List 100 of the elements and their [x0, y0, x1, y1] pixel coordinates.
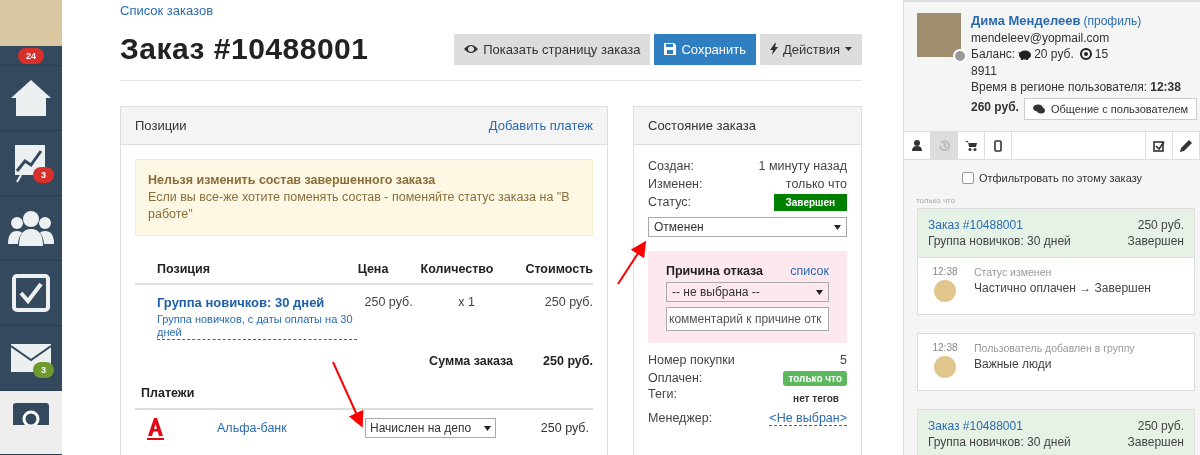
user-avatar: [934, 356, 956, 378]
target-icon: [1079, 48, 1092, 61]
feed-time: только что: [916, 196, 957, 205]
chat-button[interactable]: Общение с пользователем: [1023, 97, 1198, 120]
eye-icon: [464, 44, 479, 54]
panel-title: Состояние заказа: [648, 118, 756, 133]
field-label: Создан:: [648, 159, 694, 173]
actions-button[interactable]: Действия: [760, 33, 862, 65]
sidebar-item[interactable]: 3: [0, 326, 62, 391]
payment-amount: 250 руб.: [540, 421, 589, 435]
save-button[interactable]: Сохранить: [654, 33, 757, 65]
event-time: 12:38: [932, 342, 958, 353]
cart-icon: [965, 140, 977, 151]
status-badge: Завершен: [773, 193, 847, 211]
status-badge: только что: [783, 370, 847, 386]
event-title: Статус изменен: [974, 266, 1053, 278]
order-link[interactable]: Заказ #10488001: [928, 418, 1023, 434]
field-label: Менеджер:: [648, 411, 713, 425]
user-avatar: [0, 0, 62, 47]
balance-value: 20 руб.: [1034, 46, 1074, 63]
event-text: Важные люди: [974, 357, 1053, 371]
user-name-link[interactable]: Дима Менделеев: [971, 13, 1081, 30]
show-page-button[interactable]: Показать страницу заказа: [454, 33, 651, 65]
field-label: Номер покупки: [648, 353, 735, 367]
alert-title: Нельзя изменить состав завершенного заказа: [148, 172, 437, 189]
column-header: Количество: [419, 262, 495, 276]
checkbox-icon: [1153, 139, 1165, 152]
page-title: Заказ #10488001: [120, 32, 369, 66]
history-icon: [938, 140, 950, 151]
order-status: Завершен: [1127, 434, 1184, 450]
envelope-icon: [11, 344, 51, 372]
annotation-arrow: [332, 361, 364, 428]
region-time: 12:38: [1150, 79, 1181, 96]
breadcrumb-link[interactable]: Список заказов: [120, 3, 214, 18]
field-label: Изменен:: [648, 177, 703, 191]
payment-status-select[interactable]: Начислен на депо: [365, 418, 496, 438]
sidebar-item[interactable]: 3: [0, 131, 62, 196]
reason-select[interactable]: -- не выбрана --: [666, 282, 829, 302]
order-link[interactable]: Заказ #10488001: [928, 217, 1023, 233]
count-badge: 3: [33, 167, 54, 183]
filter-label: Отфильтровать по этому заказу: [978, 172, 1143, 184]
reason-title: Причина отказа: [666, 264, 764, 278]
section-title: Платежи: [135, 386, 593, 410]
field-value: нет тегов: [793, 393, 839, 404]
add-payment-link[interactable]: Добавить платеж: [488, 118, 593, 133]
reason-comment-field[interactable]: комментарий к причине отк: [666, 307, 829, 331]
lightning-icon: [770, 43, 779, 55]
tablet-icon: [994, 139, 1002, 152]
points-value: 15: [1094, 46, 1109, 63]
table-cell-text: 250 руб.: [543, 295, 593, 311]
home-icon: [9, 78, 53, 118]
column-header: Позиция: [156, 262, 211, 276]
sidebar-item[interactable]: [0, 391, 62, 455]
checkbox-icon: [12, 274, 50, 312]
field-label: Статус:: [648, 195, 691, 209]
manager-link[interactable]: <Не выбран>: [769, 410, 847, 426]
field-label: Оплачен:: [648, 371, 703, 385]
alert-text: Если вы все-же хотите поменять состав - поменяйте статус заказа на "В работе": [148, 190, 570, 221]
bank-logo-icon: [145, 416, 165, 440]
pencil-icon: [1180, 139, 1192, 152]
field-value: 1 минуту назад: [758, 159, 847, 173]
caret-icon: [834, 224, 841, 230]
piggy-bank-icon: [1018, 48, 1032, 60]
reason-list-link[interactable]: список: [790, 264, 829, 278]
field-value: только что: [785, 177, 847, 191]
event-time: 12:38: [932, 266, 958, 277]
field-value: 5: [840, 353, 847, 367]
count-badge: 3: [33, 362, 54, 378]
person-icon: [912, 140, 922, 151]
order-product: Группа новичков: 30 дней: [928, 434, 1071, 450]
order-amount: 250 руб.: [1137, 418, 1184, 434]
people-icon: [8, 210, 54, 246]
profile-link[interactable]: (профиль): [1083, 13, 1142, 30]
table-cell-text: 250 руб.: [363, 295, 414, 311]
product-description-link[interactable]: Группа новичков, с даты оплаты на 30 дней: [157, 313, 357, 340]
product-link[interactable]: Группа новичков: 30 дней: [157, 295, 325, 310]
user-email: mendeleev@yopmail.com: [971, 29, 1111, 46]
caret-icon: [816, 289, 823, 295]
panel-tab[interactable]: [1145, 132, 1173, 159]
bank-link[interactable]: Альфа-банк: [217, 421, 365, 435]
user-total: 260 руб.: [971, 99, 1019, 116]
caret-icon: [484, 425, 491, 431]
notification-badge: 24: [18, 47, 44, 64]
order-status: Завершен: [1127, 233, 1184, 249]
field-label: Теги:: [648, 387, 677, 401]
annotation-arrow: [617, 240, 647, 285]
order-product: Группа новичков: 30 дней: [928, 233, 1071, 249]
status-select[interactable]: Отменен: [648, 217, 847, 237]
chat-icon: [1032, 103, 1045, 114]
table-cell-text: x 1: [457, 295, 476, 311]
user-phone: 8911: [971, 62, 998, 79]
filter-checkbox[interactable]: [961, 172, 974, 184]
event-title: Пользователь добавлен в группу: [974, 342, 1135, 354]
caret-icon: [845, 47, 852, 51]
order-amount: 250 руб.: [1137, 217, 1184, 233]
user-avatar: [934, 280, 956, 302]
panel-title: Позиции: [135, 118, 187, 133]
total-label: Сумма заказа: [429, 354, 514, 368]
column-header: Стоимость: [524, 262, 593, 276]
column-header: Цена: [356, 262, 390, 276]
